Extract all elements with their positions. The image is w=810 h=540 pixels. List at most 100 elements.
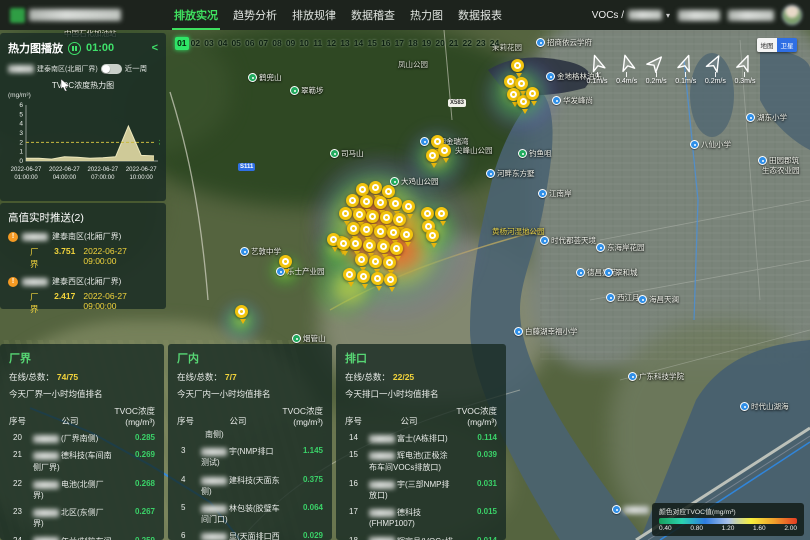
hour-08[interactable]: 08 [270, 37, 284, 50]
monitor-pin[interactable] [360, 223, 373, 236]
monitor-pin[interactable] [343, 268, 356, 281]
monitor-pin[interactable] [366, 210, 379, 223]
map-poi-text: 江南岸 [549, 188, 572, 199]
tab-数据稽查[interactable]: 数据稽查 [351, 0, 395, 30]
monitor-pin[interactable] [387, 226, 400, 239]
hour-09[interactable]: 09 [284, 37, 298, 50]
hour-05[interactable]: 05 [229, 37, 243, 50]
hour-14[interactable]: 14 [352, 37, 366, 50]
monitor-pin[interactable] [377, 240, 390, 253]
hour-18[interactable]: 18 [406, 37, 420, 50]
monitor-pin[interactable] [380, 211, 393, 224]
user-org-redacted [678, 10, 720, 21]
wind-pole [656, 72, 657, 77]
hour-22[interactable]: 22 [460, 37, 474, 50]
map-poi-label: 时代山湖海 [740, 401, 789, 412]
hour-03[interactable]: 03 [202, 37, 216, 50]
table-row[interactable]: 16 宇(三部NMP排放口) 0.031 [345, 479, 497, 501]
monitor-pin[interactable] [369, 255, 382, 268]
monitor-pin[interactable] [393, 213, 406, 226]
hour-07[interactable]: 07 [257, 37, 271, 50]
table-row[interactable]: 15 辉电池(正极涂布车间VOCs排放口) 0.039 [345, 450, 497, 472]
road-shield: S111 [238, 163, 255, 171]
monitor-pin[interactable] [511, 59, 524, 72]
tab-排放规律[interactable]: 排放规律 [292, 0, 336, 30]
monitor-pin[interactable] [339, 207, 352, 220]
table-row[interactable]: 18 辉家具(VOCs排放 0.014 [345, 536, 497, 540]
hour-01[interactable]: 01 [175, 37, 189, 50]
svg-text:2: 2 [19, 139, 23, 146]
hour-20[interactable]: 20 [433, 37, 447, 50]
table-row[interactable]: 23 北区(东侧厂界) 0.267 [9, 507, 155, 529]
map-mode-button[interactable]: 地图 [757, 38, 777, 52]
pause-button[interactable] [68, 42, 81, 55]
monitor-pin[interactable] [426, 229, 439, 242]
map-poi-label: 大鸡山公园 [390, 176, 439, 187]
monitor-pin[interactable] [389, 197, 402, 210]
hour-11[interactable]: 11 [311, 37, 325, 50]
range-toggle[interactable] [101, 64, 122, 74]
push-item[interactable]: ! 建泰南区(北厢厂界) 厂界 3.751 2022-06-27 09:00:0… [8, 231, 158, 270]
monitor-pin[interactable] [337, 237, 350, 250]
hour-17[interactable]: 17 [393, 37, 407, 50]
hour-16[interactable]: 16 [379, 37, 393, 50]
monitor-pin[interactable] [349, 237, 362, 250]
monitor-pin[interactable] [235, 305, 248, 318]
map-type-toggle[interactable]: 地图 卫星 [757, 38, 797, 52]
hour-04[interactable]: 04 [216, 37, 230, 50]
monitor-pin[interactable] [421, 207, 434, 220]
table-row[interactable]: 5 林包装(胶璧车间门口) 0.064 [177, 503, 323, 525]
monitor-pin[interactable] [390, 242, 403, 255]
table-row[interactable]: 24 年益(制粒车间南侧) 0.259 [9, 536, 155, 540]
tab-排放实况[interactable]: 排放实况 [174, 0, 218, 30]
monitor-pin[interactable] [426, 149, 439, 162]
tab-数据报表[interactable]: 数据报表 [458, 0, 502, 30]
monitor-pin[interactable] [279, 255, 292, 268]
tab-热力图[interactable]: 热力图 [410, 0, 443, 30]
vocs-dropdown[interactable]: VOCs / ▾ [592, 10, 670, 21]
collapse-panel-button[interactable]: < [152, 42, 158, 54]
table-row[interactable]: 14 富士(A栋排口) 0.114 [345, 433, 497, 444]
monitor-pin[interactable] [526, 87, 539, 100]
hour-23[interactable]: 23 [474, 37, 488, 50]
map-poi-text: 海昌天澜 [649, 294, 679, 305]
table-row[interactable]: 6 显(天面排口西侧) 0.029 [177, 531, 323, 540]
hour-12[interactable]: 12 [325, 37, 339, 50]
monitor-pin[interactable] [353, 208, 366, 221]
monitor-pin[interactable] [357, 270, 370, 283]
monitor-pin[interactable] [383, 256, 396, 269]
monitor-pin[interactable] [438, 144, 451, 157]
table-row[interactable]: 4 建科技(天面东侧) 0.375 [177, 475, 323, 497]
monitor-pin[interactable] [363, 239, 376, 252]
monitor-pin[interactable] [400, 228, 413, 241]
hour-06[interactable]: 06 [243, 37, 257, 50]
table-row[interactable]: 20 (厂界南侧) 0.285 [9, 433, 155, 444]
tab-趋势分析[interactable]: 趋势分析 [233, 0, 277, 30]
table-row[interactable]: 21 德科技(车间南侧厂界) 0.269 [9, 450, 155, 472]
chart-title: TVOC浓度热力图 [8, 80, 158, 91]
hour-19[interactable]: 19 [420, 37, 434, 50]
table-row[interactable]: 3 宇(NMP排口测试) 1.145 [177, 446, 323, 468]
monitor-pin[interactable] [360, 195, 373, 208]
monitor-pin[interactable] [402, 200, 415, 213]
table-row[interactable]: 17 德科技(FHMP1007) 0.015 [345, 507, 497, 529]
table-row[interactable]: 22 电池(北侧厂界) 0.268 [9, 479, 155, 501]
monitor-pin[interactable] [346, 194, 359, 207]
hour-02[interactable]: 02 [189, 37, 203, 50]
satellite-mode-button[interactable]: 卫星 [777, 38, 797, 52]
monitor-pin[interactable] [435, 207, 448, 220]
monitor-pin[interactable] [384, 273, 397, 286]
hour-15[interactable]: 15 [365, 37, 379, 50]
monitor-pin[interactable] [369, 181, 382, 194]
monitor-pin[interactable] [355, 253, 368, 266]
hour-21[interactable]: 21 [447, 37, 461, 50]
monitor-pin[interactable] [374, 225, 387, 238]
monitor-pin[interactable] [371, 272, 384, 285]
hour-10[interactable]: 10 [297, 37, 311, 50]
hour-24[interactable]: 24 [488, 37, 502, 50]
avatar[interactable] [782, 5, 802, 25]
monitor-pin[interactable] [374, 196, 387, 209]
monitor-pin[interactable] [347, 222, 360, 235]
push-item[interactable]: ! 建泰西区(北厢厂界) 厂界 2.417 2022-06-27 09:00:0… [8, 276, 158, 315]
hour-13[interactable]: 13 [338, 37, 352, 50]
